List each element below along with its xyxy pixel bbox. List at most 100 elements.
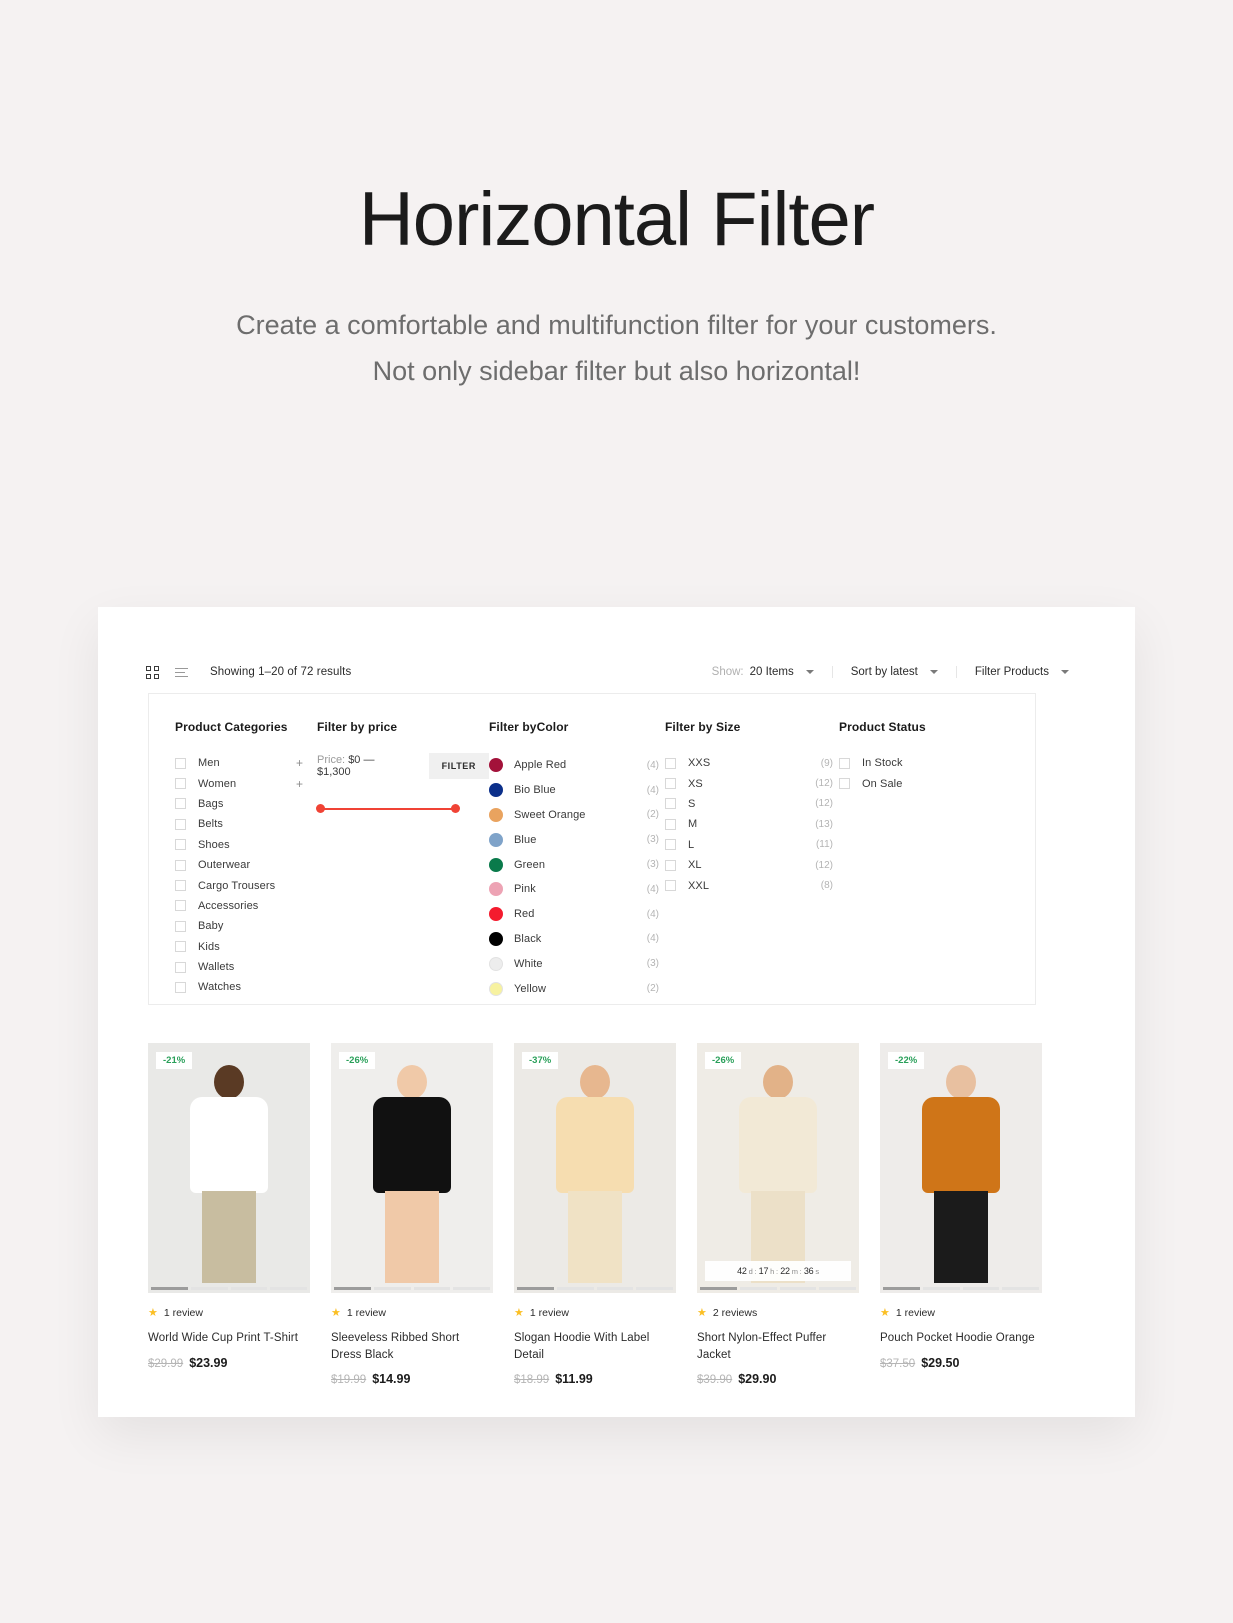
product-reviews: ★ 1 review [514,1307,676,1319]
color-filter-row[interactable]: Sweet Orange (2) [489,803,665,828]
product-image[interactable]: -22% [880,1043,1042,1293]
product-title[interactable]: World Wide Cup Print T-Shirt [148,1330,310,1347]
product-title[interactable]: Pouch Pocket Hoodie Orange [880,1330,1042,1347]
product-title[interactable]: Sleeveless Ribbed Short Dress Black [331,1330,493,1363]
filter-row[interactable]: In Stock [839,753,1009,773]
filter-products-dropdown[interactable]: Filter Products [955,666,1087,678]
checkbox[interactable] [175,880,186,892]
checkbox[interactable] [175,757,186,769]
filter-row[interactable]: Cargo Trousers [175,875,317,895]
shop-toolbar: Showing 1–20 of 72 results Show: 20 Item… [146,655,1087,689]
price-range-slider[interactable] [316,802,460,816]
color-filter-row[interactable]: Apple Red (4) [489,753,665,778]
filter-row[interactable]: Watches [175,977,317,997]
filter-row[interactable]: Women + [175,773,317,793]
sale-price: $23.99 [189,1355,228,1370]
color-label: Red [514,908,535,921]
product-card[interactable]: -37% ★ 1 review Slogan Hoodie With Label De… [514,1043,676,1386]
checkbox[interactable] [175,920,186,932]
filter-row[interactable]: Baby [175,916,317,936]
checkbox[interactable] [175,859,186,871]
checkbox[interactable] [665,818,676,830]
color-swatch [489,758,503,773]
original-price: $19.99 [331,1374,367,1387]
filter-row[interactable]: Shoes [175,835,317,855]
checkbox[interactable] [175,818,186,830]
filter-row[interactable]: Bags [175,794,317,814]
product-title[interactable]: Short Nylon-Effect Puffer Jacket [697,1330,859,1363]
product-card[interactable]: -26% 42 d : 17 h : 22 m : 36 s ★ 2 reviews S… [697,1043,859,1386]
filter-row[interactable]: L (11) [665,835,839,855]
checkbox[interactable] [665,839,676,851]
color-filter-row[interactable]: Blue (3) [489,827,665,852]
checkbox[interactable] [175,900,186,912]
filter-row[interactable]: Outerwear [175,855,317,875]
filter-row[interactable]: Wallets [175,957,317,977]
checkbox[interactable] [839,757,850,769]
filter-row[interactable]: XS (12) [665,773,839,793]
filter-row[interactable]: XXL (8) [665,875,839,895]
image-carousel-indicator[interactable] [331,1287,493,1293]
price-filter-button[interactable]: FILTER [428,753,489,779]
color-filter-row[interactable]: Bio Blue (4) [489,778,665,803]
grid-view-icon[interactable] [146,665,159,679]
filter-row[interactable]: XXS (9) [665,753,839,773]
checkbox[interactable] [665,778,676,790]
color-count: (3) [646,859,659,871]
product-meta: ★ 1 review Slogan Hoodie With Label Detail… [514,1293,676,1386]
sort-dropdown[interactable]: Sort by latest [831,666,956,678]
review-count: 1 review [163,1307,203,1319]
product-title[interactable]: Slogan Hoodie With Label Detail [514,1330,676,1363]
price-slider-max-handle[interactable] [451,804,460,813]
image-carousel-indicator[interactable] [880,1287,1042,1293]
color-filter-row[interactable]: Yellow (2) [489,976,665,1001]
filter-row[interactable]: Accessories [175,896,317,916]
list-view-icon[interactable] [175,667,188,677]
checkbox[interactable] [665,757,676,769]
filter-row[interactable]: Men + [175,753,317,773]
filter-row[interactable]: Belts [175,814,317,834]
show-items-dropdown[interactable]: Show: 20 Items [694,666,832,678]
color-filter-row[interactable]: Black (4) [489,927,665,952]
checkbox[interactable] [665,859,676,871]
filter-row[interactable]: M (13) [665,814,839,834]
filter-count: (12) [815,798,833,810]
checkbox[interactable] [839,778,850,790]
product-image[interactable]: -26% [331,1043,493,1293]
review-count: 1 review [346,1307,386,1319]
chevron-down-icon [1061,670,1069,674]
color-filter-row[interactable]: Red (4) [489,902,665,927]
checkbox[interactable] [665,798,676,810]
image-carousel-indicator[interactable] [148,1287,310,1293]
checkbox[interactable] [175,778,186,790]
color-filter-row[interactable]: White (3) [489,951,665,976]
color-swatch [489,907,503,922]
checkbox[interactable] [175,941,186,953]
product-image[interactable]: -26% 42 d : 17 h : 22 m : 36 s [697,1043,859,1293]
checkbox[interactable] [175,798,186,810]
checkbox[interactable] [175,961,186,973]
color-swatch [489,857,503,872]
filter-row[interactable]: Kids [175,937,317,957]
product-card[interactable]: -26% ★ 1 review Sleeveless Ribbed Short Dre… [331,1043,493,1386]
checkbox[interactable] [665,880,676,892]
price-slider-min-handle[interactable] [316,804,325,813]
image-carousel-indicator[interactable] [514,1287,676,1293]
filter-label: On Sale [862,777,903,790]
expand-icon[interactable]: + [296,756,317,770]
color-filter-row[interactable]: Pink (4) [489,877,665,902]
checkbox[interactable] [175,839,186,851]
filter-row[interactable]: S (12) [665,794,839,814]
product-image[interactable]: -21% [148,1043,310,1293]
product-card[interactable]: -21% ★ 1 review World Wide Cup Print T-Shir… [148,1043,310,1386]
checkbox[interactable] [175,981,186,993]
filter-row[interactable]: On Sale [839,773,1009,793]
product-image[interactable]: -37% [514,1043,676,1293]
color-filter-row[interactable]: Green (3) [489,852,665,877]
expand-icon[interactable]: + [296,777,317,791]
show-label: Show: [711,666,744,678]
product-card[interactable]: -22% ★ 1 review Pouch Pocket Hoodie Orange $… [880,1043,1042,1386]
filter-row[interactable]: XL (12) [665,855,839,875]
image-carousel-indicator[interactable] [697,1287,859,1293]
star-icon: ★ [331,1306,341,1319]
